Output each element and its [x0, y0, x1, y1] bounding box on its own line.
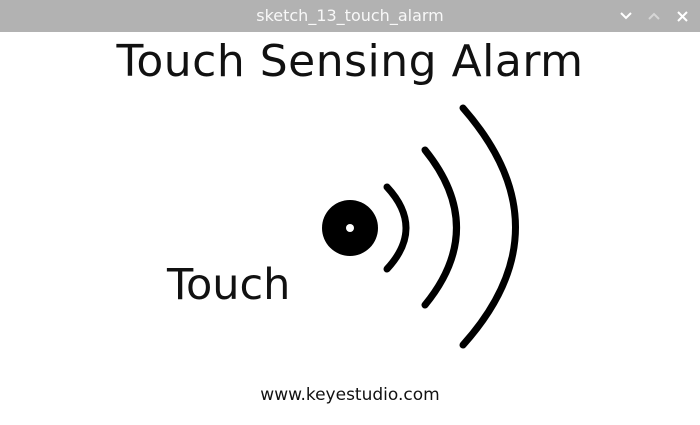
close-button[interactable] [674, 8, 690, 24]
touch-signal-icon [322, 104, 519, 349]
chevron-down-icon [620, 12, 632, 20]
signal-wave-small [383, 183, 410, 273]
minimize-button[interactable] [618, 8, 634, 24]
sensor-dot-center [346, 224, 354, 232]
title-bar[interactable]: sketch_13_touch_alarm [0, 0, 700, 32]
window-controls [618, 0, 690, 32]
touch-label: Touch [167, 260, 291, 310]
footer-url: www.keyestudio.com [260, 385, 440, 405]
chevron-up-icon [648, 12, 660, 20]
maximize-button[interactable] [646, 8, 662, 24]
signal-wave-medium [421, 146, 460, 309]
signal-wave-large [459, 104, 519, 349]
window-title: sketch_13_touch_alarm [256, 6, 444, 25]
app-window: sketch_13_touch_alarm Touch Sensing Alar… [0, 0, 700, 425]
sketch-canvas[interactable]: Touch Sensing Alarm Touch www.keyestudio… [0, 32, 700, 425]
close-icon [676, 10, 688, 22]
